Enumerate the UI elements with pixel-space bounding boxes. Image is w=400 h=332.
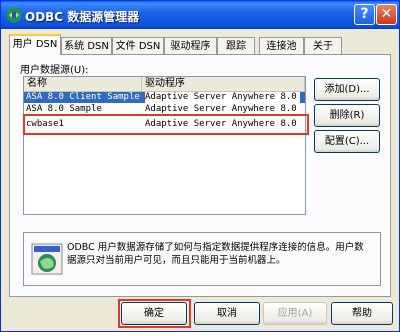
tab-label: 系统 DSN [64, 41, 109, 52]
tab-label: 连接池 [266, 41, 297, 52]
user-dsn-list[interactable]: 名称 驱动程序 ASA 8.0 Client Sample Adaptive S… [23, 76, 306, 215]
tab-about[interactable]: 关于 [304, 37, 342, 54]
list-item[interactable]: ASA 8.0 Sample Adaptive Server Anywhere … [24, 104, 305, 115]
odbc-dialog-window: ODBC 数据源管理器 ? ✕ 用户 DSN 系统 DSN 文件 DSN 驱动程… [0, 0, 400, 332]
apply-button[interactable]: 应用(A) [263, 302, 327, 325]
dsn-driver: Adaptive Server Anywhere 8.0 [145, 92, 300, 103]
tab-file-dsn[interactable]: 文件 DSN [112, 37, 164, 54]
tab-label: 跟踪 [226, 41, 246, 52]
tab-label: 驱动程序 [170, 41, 211, 52]
configure-button[interactable]: 配置(C)... [314, 130, 380, 153]
tab-tracing[interactable]: 跟踪 [217, 37, 255, 54]
window-title: ODBC 数据源管理器 [25, 10, 140, 24]
dsn-driver: Adaptive Server Anywhere 8.0 [145, 104, 297, 114]
cancel-button[interactable]: 取消 [194, 302, 260, 325]
tab-system-dsn[interactable]: 系统 DSN [61, 37, 112, 54]
info-description: ODBC 用户数据源存储了如何与指定数据提供程序连接的信息。用户数据源只对当前用… [67, 242, 364, 266]
odbc-app-icon [6, 7, 22, 23]
user-data-sources-label: 用户数据源(U): [20, 65, 89, 76]
dsn-name: ASA 8.0 Client Sample [26, 92, 140, 102]
tab-connection-pooling[interactable]: 连接池 [259, 37, 304, 54]
tab-drivers[interactable]: 驱动程序 [164, 37, 217, 54]
list-header: 名称 驱动程序 [24, 77, 305, 92]
list-item[interactable]: cwbase1 Adaptive Server Anywhere 8.0 [24, 119, 305, 130]
dsn-name: ASA 8.0 Sample [26, 104, 102, 114]
tab-label: 用户 DSN [12, 39, 58, 50]
close-icon: ✕ [380, 6, 393, 22]
dsn-driver: Adaptive Server Anywhere 8.0 [145, 119, 297, 129]
ok-button[interactable]: 确定 [121, 302, 187, 325]
question-icon: ? [360, 6, 369, 22]
close-button[interactable]: ✕ [376, 4, 397, 25]
tab-user-dsn[interactable]: 用户 DSN [9, 34, 61, 55]
dsn-name: cwbase1 [26, 119, 64, 129]
remove-button[interactable]: 删除(R) [314, 104, 380, 127]
odbc-globe-icon [31, 243, 63, 275]
list-item[interactable]: ASA 8.0 Client Sample Adaptive Server An… [24, 92, 305, 103]
tab-label: 文件 DSN [115, 41, 161, 52]
column-header-driver[interactable]: 驱动程序 [142, 77, 305, 91]
tab-label: 关于 [313, 41, 333, 52]
help-button[interactable]: 帮助 [331, 302, 393, 325]
title-bar[interactable]: ODBC 数据源管理器 ? ✕ [1, 1, 399, 29]
add-button[interactable]: 添加(D)... [314, 78, 380, 101]
help-title-button[interactable]: ? [354, 4, 375, 25]
column-header-name[interactable]: 名称 [24, 77, 142, 91]
